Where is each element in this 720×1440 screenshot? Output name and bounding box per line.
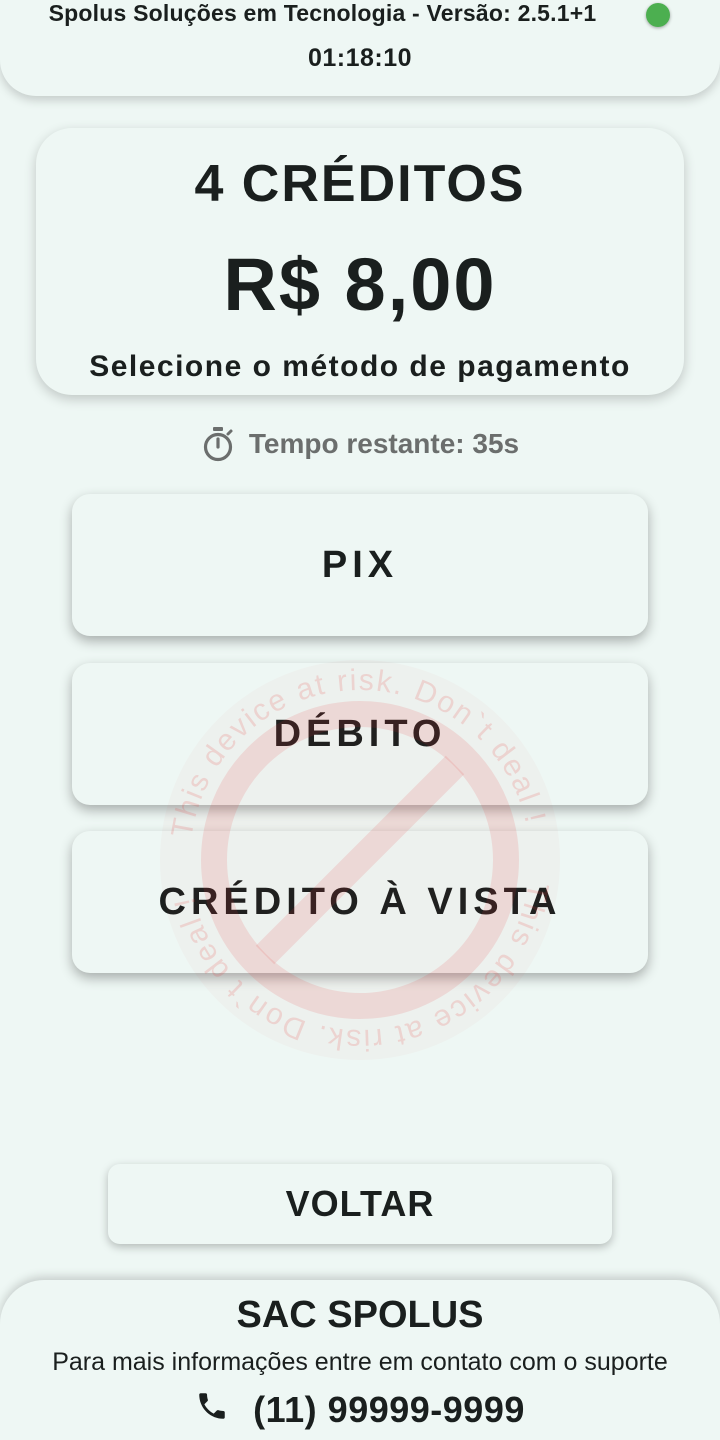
payment-instruction: Selecione o método de pagamento (89, 350, 631, 383)
phone-icon (195, 1389, 229, 1432)
support-phone-number: (11) 99999-9999 (253, 1389, 525, 1430)
debit-button-label: DÉBITO (273, 712, 447, 755)
clock: 01:18:10 (307, 44, 413, 72)
support-footer: SAC SPOLUS Para mais informações entre e… (0, 1280, 720, 1440)
countdown-timer: Tempo restante: 35s (0, 424, 720, 464)
pix-button-label: PIX (321, 543, 399, 586)
support-phone: (11) 99999-9999 (0, 1388, 720, 1432)
credit-cash-button-label: CRÉDITO À VISTA (158, 880, 562, 923)
back-button-label: VOLTAR (285, 1183, 435, 1224)
credit-cash-button[interactable]: CRÉDITO À VISTA (72, 831, 648, 973)
debit-button[interactable]: DÉBITO (72, 663, 648, 805)
purchase-summary-card: 4 CRÉDITOS R$ 8,00 Selecione o método de… (36, 128, 684, 395)
support-text: Para mais informações entre em contato c… (52, 1348, 668, 1376)
stopwatch-icon (201, 426, 235, 462)
back-button[interactable]: VOLTAR (108, 1164, 612, 1244)
credits-label: 4 CRÉDITOS (194, 155, 526, 213)
app-title: Spolus Soluções em Tecnologia - Versão: … (48, 0, 597, 26)
price-label: R$ 8,00 (223, 243, 497, 326)
support-title: SAC SPOLUS (236, 1294, 484, 1336)
timer-text: Tempo restante: 35s (248, 428, 520, 459)
app-header: Spolus Soluções em Tecnologia - Versão: … (0, 0, 720, 96)
connection-status-indicator (646, 3, 670, 27)
pix-button[interactable]: PIX (72, 494, 648, 636)
